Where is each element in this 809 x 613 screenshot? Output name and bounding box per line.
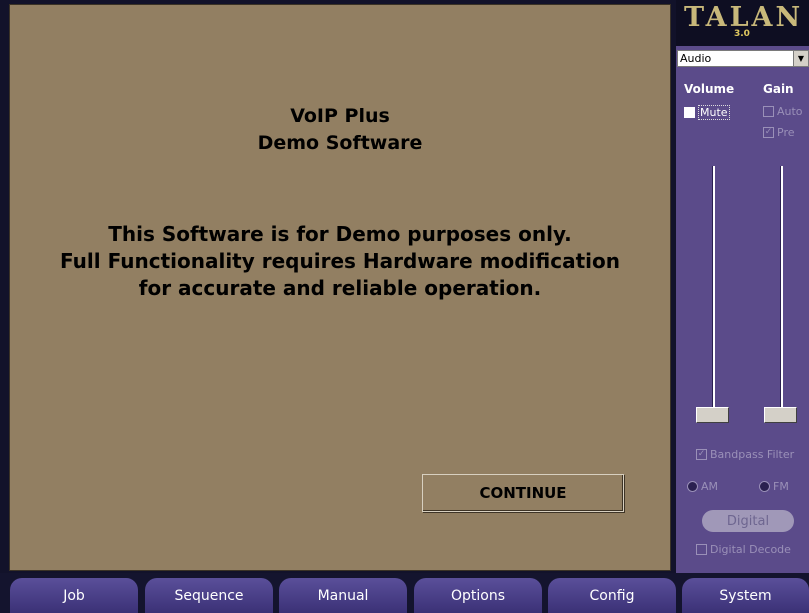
product-title: VoIP Plus [290,105,390,127]
nav-options-tab[interactable]: Options [414,578,542,613]
fm-radio[interactable]: FM [759,480,789,493]
radio-circle[interactable] [759,481,770,492]
demo-message-line-3: for accurate and reliable operation. [138,276,542,300]
bottom-navigation: Job Sequence Manual Options Config Syste… [0,573,809,613]
continue-button[interactable]: CONTINUE [422,474,624,512]
gain-header: Gain [763,82,794,96]
checkbox-box[interactable] [684,107,695,118]
demo-message-line-2: Full Functionality requires Hardware mod… [60,249,620,273]
audio-control-panel: TALAN 3.0 Audio ▼ Volume Gain Mute Auto … [676,0,809,573]
auto-label: Auto [777,105,803,118]
mute-checkbox[interactable]: Mute [684,105,730,120]
checkbox-box[interactable] [763,106,774,117]
product-subtitle: Demo Software [257,132,423,154]
radio-circle[interactable] [687,481,698,492]
bandpass-label: Bandpass Filter [710,448,795,461]
auto-gain-checkbox[interactable]: Auto [763,105,803,118]
nav-manual-tab[interactable]: Manual [279,578,407,613]
source-select-value: Audio [680,52,712,65]
nav-job-tab[interactable]: Job [10,578,138,613]
volume-header: Volume [684,82,735,96]
gain-slider-thumb[interactable] [764,407,797,423]
app-window: VoIP Plus Demo Software This Software is… [0,0,809,613]
check-icon[interactable]: ✓ [696,449,707,460]
source-select[interactable]: Audio ▼ [677,50,809,67]
digital-button[interactable]: Digital [702,510,794,532]
pre-label: Pre [777,126,795,139]
gain-slider-track[interactable] [780,166,783,418]
digital-decode-label: Digital Decode [710,543,791,556]
digital-decode-checkbox[interactable]: Digital Decode [696,543,791,556]
volume-slider-track[interactable] [712,166,715,418]
fm-label: FM [773,480,789,493]
mute-label: Mute [698,105,730,120]
pre-gain-checkbox[interactable]: ✓ Pre [763,126,795,139]
check-icon[interactable]: ✓ [763,127,774,138]
chevron-down-icon[interactable]: ▼ [793,51,808,66]
nav-system-tab[interactable]: System [682,578,809,613]
bandpass-filter-checkbox[interactable]: ✓ Bandpass Filter [696,448,794,461]
demo-notice-panel: VoIP Plus Demo Software This Software is… [9,4,671,571]
volume-slider-thumb[interactable] [696,407,729,423]
am-label: AM [701,480,719,493]
demo-message-line-1: This Software is for Demo purposes only. [108,222,572,246]
logo-area: TALAN 3.0 [676,0,809,46]
nav-sequence-tab[interactable]: Sequence [145,578,273,613]
checkbox-box[interactable] [696,544,707,555]
am-radio[interactable]: AM [687,480,718,493]
nav-config-tab[interactable]: Config [548,578,676,613]
version-label: 3.0 [734,29,750,39]
